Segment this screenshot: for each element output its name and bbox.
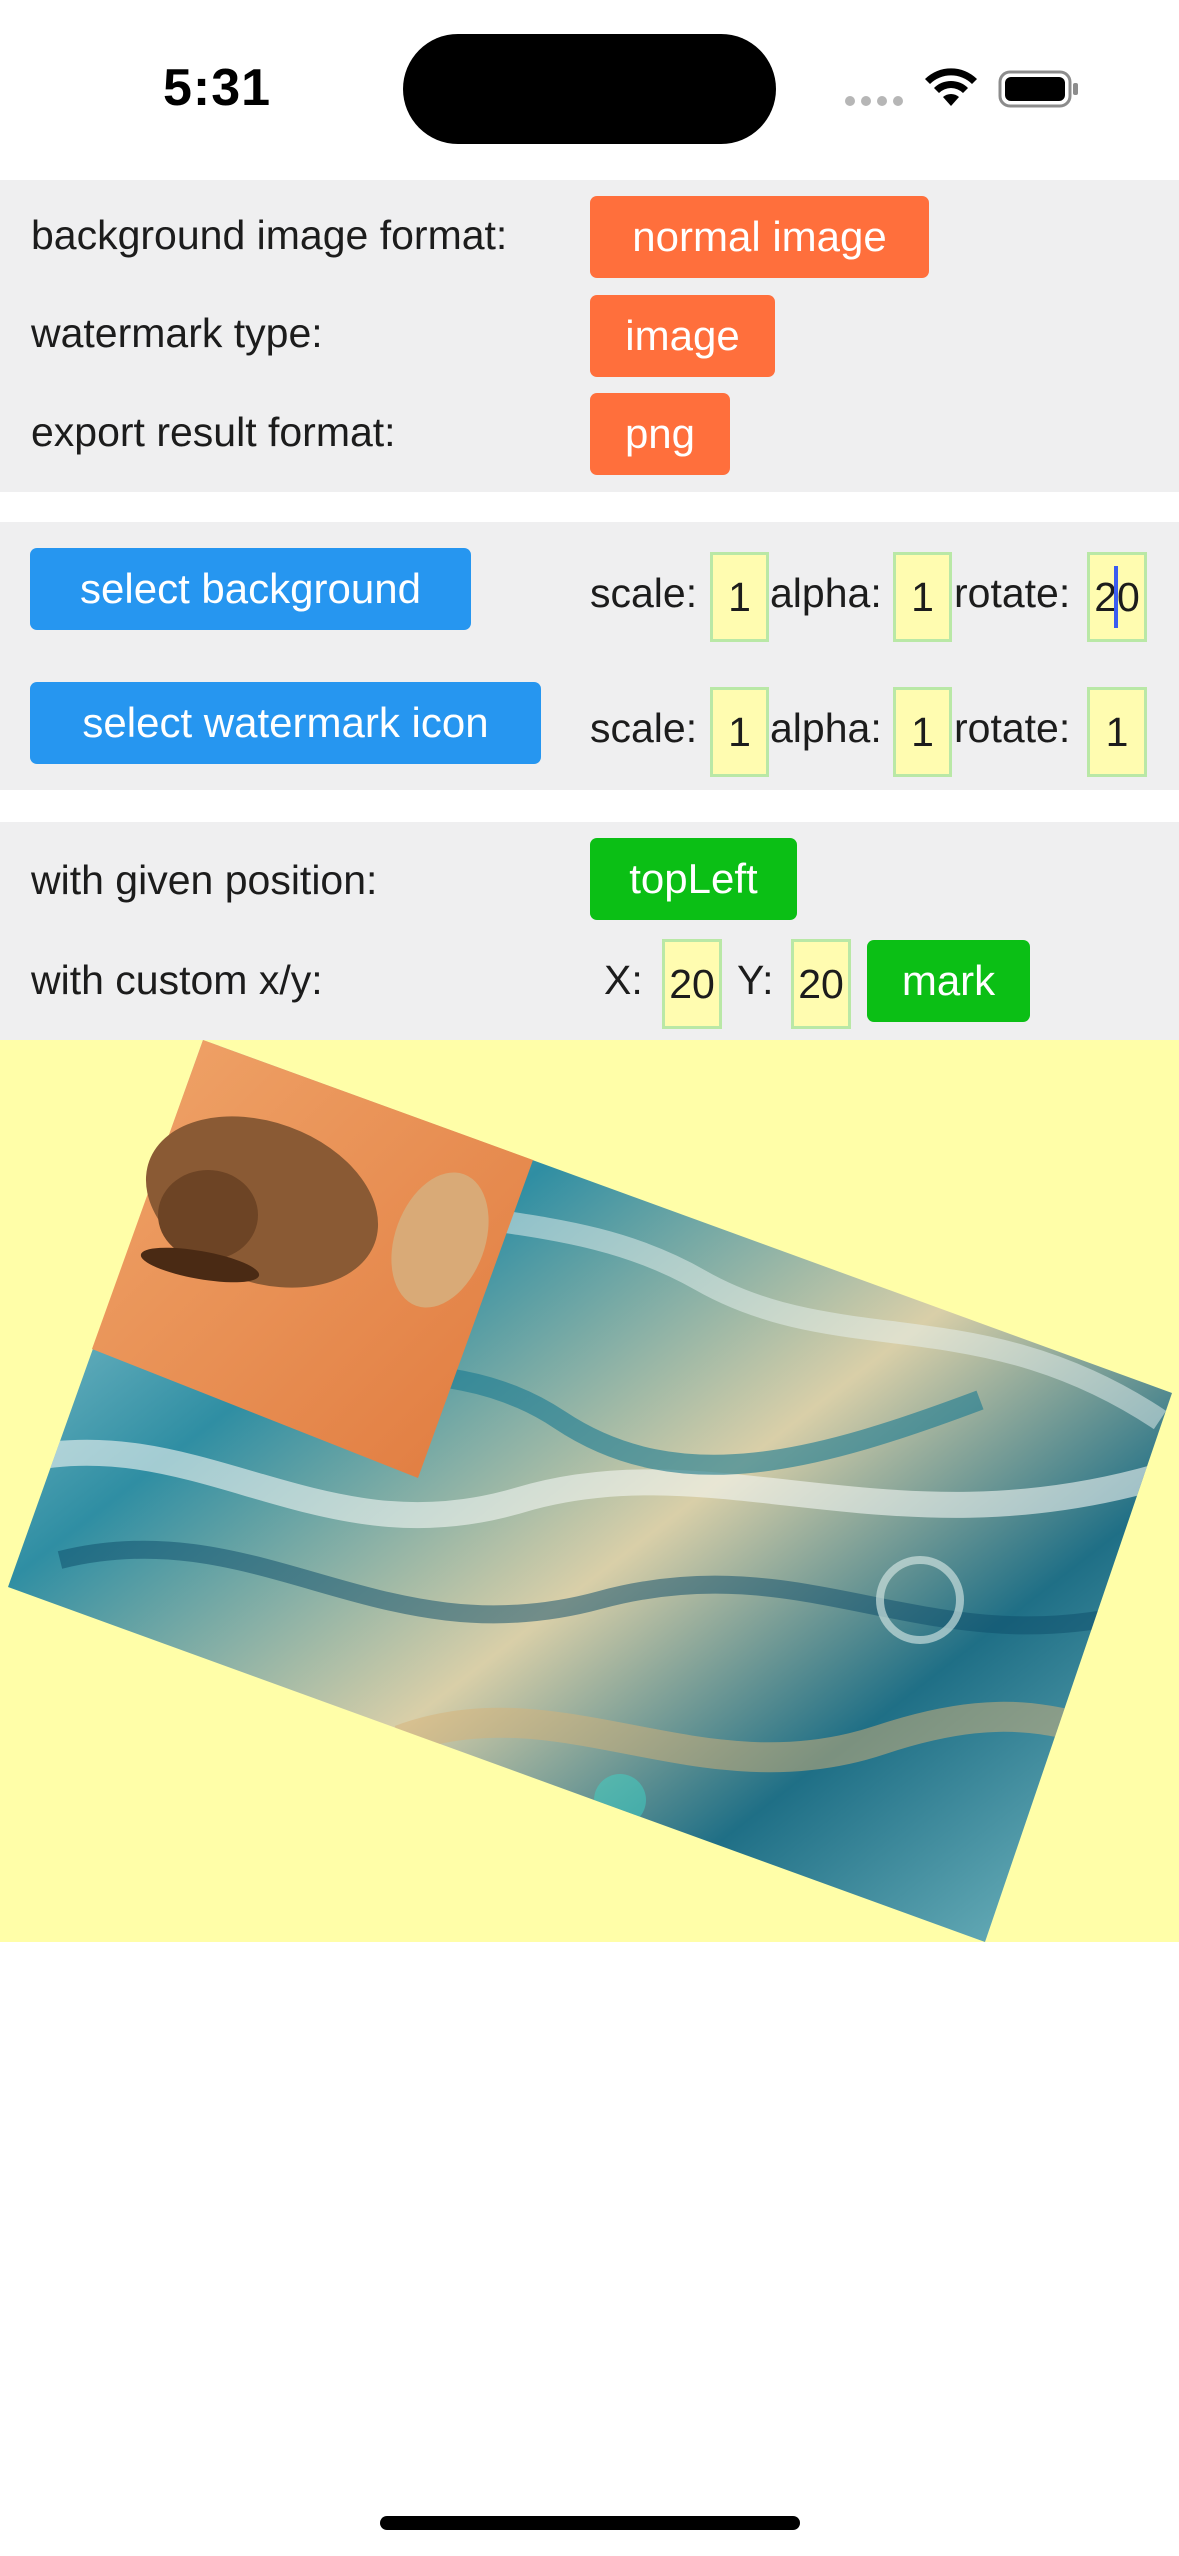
y-input[interactable]: 20 [791,939,851,1029]
select-background-button[interactable]: select background [30,548,471,630]
result-image [8,1040,1172,1942]
watermark-alpha-input[interactable]: 1 [893,687,952,777]
export-format-button[interactable]: png [590,393,730,475]
watermark-rotate-input[interactable]: 1 [1087,687,1147,777]
background-rotate-label: rotate: [954,570,1071,616]
format-options-panel: background image format: normal image wa… [0,180,1179,492]
position-topleft-button[interactable]: topLeft [590,838,797,920]
watermark-scale-input[interactable]: 1 [710,687,769,777]
image-controls-panel: select background scale: 1 alpha: 1 rota… [0,522,1179,790]
export-format-label: export result format: [31,409,396,455]
x-label: X: [604,957,643,1003]
status-bar: 5:31 [0,0,1179,176]
home-indicator [380,2516,800,2530]
y-label: Y: [737,957,774,1003]
watermark-type-label: watermark type: [31,310,323,356]
given-position-label: with given position: [31,857,378,903]
watermark-rotate-label: rotate: [954,705,1071,751]
select-watermark-icon-button[interactable]: select watermark icon [30,682,541,764]
wifi-icon [925,68,977,106]
result-preview [0,1040,1179,1942]
watermark-type-button[interactable]: image [590,295,775,377]
background-scale-input[interactable]: 1 [710,552,769,642]
mark-button[interactable]: mark [867,940,1030,1022]
background-scale-label: scale: [590,570,698,616]
dynamic-island [403,34,776,144]
background-alpha-input[interactable]: 1 [893,552,952,642]
status-time: 5:31 [163,59,272,117]
signal-dots-icon [845,96,905,106]
background-alpha-label: alpha: [770,570,882,616]
text-cursor [1114,566,1118,628]
watermark-alpha-label: alpha: [770,705,882,751]
watermark-scale-label: scale: [590,705,698,751]
battery-icon [998,70,1078,108]
position-panel: with given position: topLeft with custom… [0,822,1179,1040]
x-input[interactable]: 20 [662,939,722,1029]
background-format-label: background image format: [31,212,508,258]
custom-xy-label: with custom x/y: [31,957,323,1003]
background-format-button[interactable]: normal image [590,196,929,278]
